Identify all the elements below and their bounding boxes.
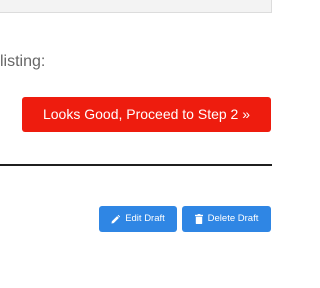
trash-icon <box>194 214 203 224</box>
top-bar <box>0 0 272 13</box>
pencil-icon <box>111 214 121 224</box>
divider <box>0 164 272 166</box>
proceed-to-step-2-button[interactable]: Looks Good, Proceed to Step 2 » <box>22 97 271 132</box>
edit-draft-label: Edit Draft <box>125 213 165 224</box>
delete-draft-label: Delete Draft <box>207 213 259 224</box>
delete-draft-button[interactable]: Delete Draft <box>182 206 271 232</box>
listing-label: listing: <box>0 53 46 70</box>
edit-draft-button[interactable]: Edit Draft <box>99 206 177 232</box>
